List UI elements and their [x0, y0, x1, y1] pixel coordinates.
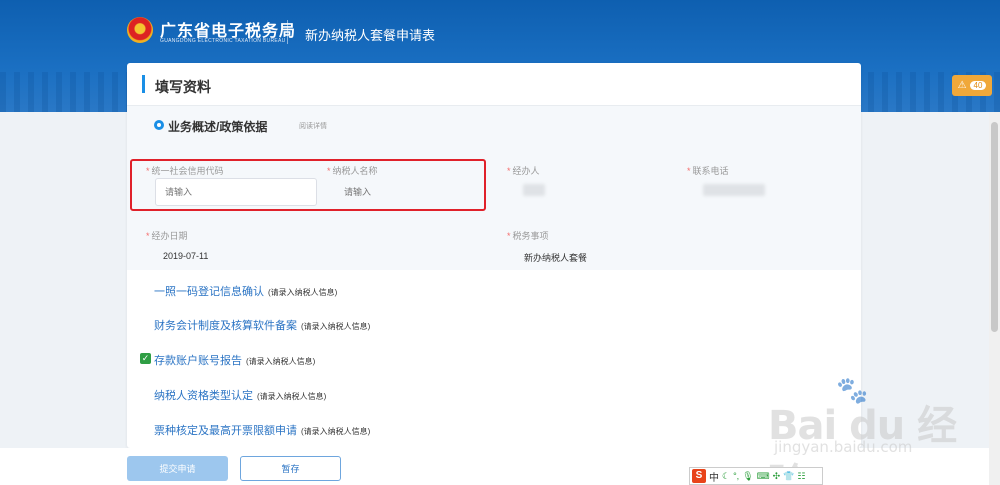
credit-code-input[interactable]: [155, 178, 317, 206]
taxpayer-name-label: * 纳税人名称: [327, 166, 378, 176]
item-hint: (请录入纳税人信息): [268, 288, 338, 297]
warning-icon: ⚠: [957, 80, 967, 91]
page-title: 新办纳税人套餐申请表: [305, 28, 436, 43]
item-taxpayer-qualification[interactable]: 纳税人资格类型认定 (请录入纳税人信息): [154, 387, 326, 403]
form-card: 填写资料 业务概述/政策依据 阅读详情 *统一社会信用代码 *纳税人名称 *经办…: [127, 63, 861, 448]
page-scrollbar[interactable]: [989, 112, 1000, 485]
sogou-logo-icon: S: [692, 469, 706, 483]
title-accent-bar: [142, 75, 145, 93]
item-bank-account-report[interactable]: 存款账户账号报告 (请录入纳税人信息): [154, 352, 315, 368]
policy-section-label: 业务概述/政策依据: [168, 120, 268, 134]
tax-matter-label: * 税务事项: [507, 231, 549, 241]
phone-value-redacted: [703, 184, 765, 196]
handler-label: * 经办人: [507, 166, 540, 176]
policy-section: 业务概述/政策依据 阅读详情: [127, 106, 861, 144]
required-mark: *: [687, 166, 691, 176]
skin-icon[interactable]: 👕: [783, 471, 794, 482]
save-draft-button[interactable]: 暂存: [240, 456, 341, 481]
read-details-link[interactable]: 阅读详情: [299, 121, 327, 131]
handler-value-redacted: [523, 184, 545, 196]
scrollbar-thumb[interactable]: [991, 122, 998, 332]
item-invoice-quota[interactable]: 票种核定及最高开票限额申请 (请录入纳税人信息): [154, 422, 370, 438]
ime-toolbar[interactable]: S 中 ☾ °, 🎙 ⌨ ✣ 👕 ☷: [689, 467, 823, 485]
required-mark: *: [146, 166, 150, 176]
warning-count: 40: [969, 81, 987, 90]
item-label: 一照一码登记信息确认: [154, 286, 264, 298]
item-label: 财务会计制度及核算软件备案: [154, 320, 297, 332]
item-label: 存款账户账号报告: [154, 355, 242, 367]
card-title: 填写资料: [155, 79, 211, 95]
radio-dot-icon: [154, 120, 164, 130]
required-mark: *: [146, 231, 150, 241]
item-label: 票种核定及最高开票限额申请: [154, 425, 297, 437]
required-mark: *: [507, 231, 511, 241]
required-mark: *: [327, 166, 331, 176]
item-hint: (请录入纳税人信息): [301, 427, 371, 436]
ime-mode[interactable]: 中: [709, 469, 719, 484]
phone-label: * 联系电话: [687, 166, 729, 176]
warning-badge[interactable]: ⚠ 40: [952, 75, 992, 96]
submit-button[interactable]: 提交申请: [127, 456, 228, 481]
item-hint: (请录入纳税人信息): [301, 322, 371, 331]
item-label: 纳税人资格类型认定: [154, 390, 253, 402]
microphone-icon[interactable]: 🎙: [742, 471, 753, 482]
item-accounting-filing[interactable]: 财务会计制度及核算软件备案 (请录入纳税人信息): [154, 317, 370, 333]
item-hint: (请录入纳税人信息): [257, 392, 327, 401]
taxpayer-form: *统一社会信用代码 *纳税人名称 *经办人 *联系电话 *经办日期 2019-0…: [127, 144, 861, 270]
credit-code-label: * 统一社会信用代码: [146, 166, 224, 176]
tools-icon[interactable]: ✣: [773, 471, 781, 482]
menu-icon[interactable]: ☷: [797, 471, 805, 482]
header-divider: [287, 20, 288, 44]
punctuation-icon[interactable]: °,: [733, 471, 739, 481]
checkbox-checked-icon[interactable]: ✓: [140, 353, 151, 364]
item-registration-confirm[interactable]: 一照一码登记信息确认 (请录入纳税人信息): [154, 283, 337, 299]
item-hint: (请录入纳税人信息): [246, 357, 316, 366]
brand-name-en: GUANGDONG ELECTRONIC TAXATION BUREAU: [160, 38, 286, 44]
required-mark: *: [507, 166, 511, 176]
keyboard-icon[interactable]: ⌨: [757, 471, 770, 482]
taxpayer-name-input[interactable]: [335, 178, 475, 206]
moon-icon[interactable]: ☾: [722, 471, 730, 482]
date-value: 2019-07-11: [163, 251, 209, 261]
card-header: 填写资料: [127, 63, 861, 106]
tax-emblem-icon: [127, 17, 153, 43]
date-label: * 经办日期: [146, 231, 188, 241]
tax-matter-value: 新办纳税人套餐: [524, 253, 588, 263]
